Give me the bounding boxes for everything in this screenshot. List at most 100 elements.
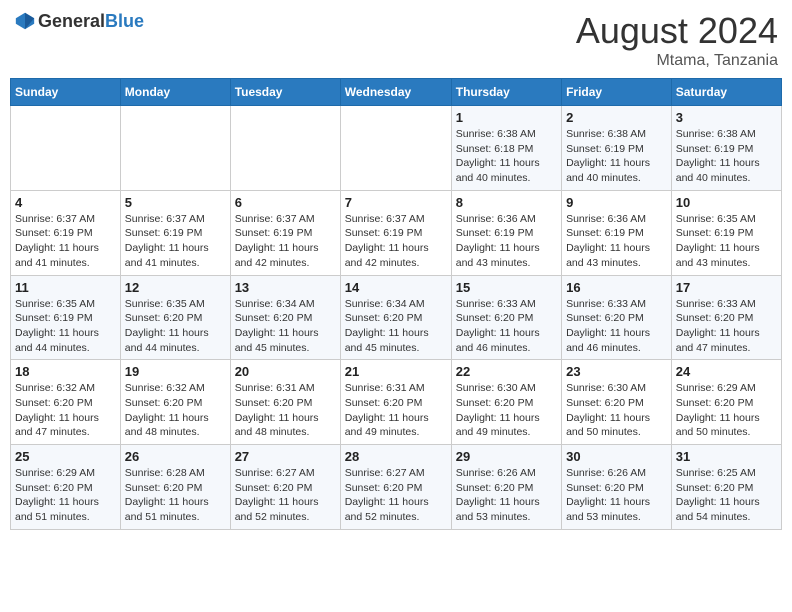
day-info: Sunrise: 6:32 AM Sunset: 6:20 PM Dayligh… bbox=[125, 381, 226, 440]
day-info: Sunrise: 6:35 AM Sunset: 6:19 PM Dayligh… bbox=[15, 297, 116, 356]
calendar-cell: 25 Sunrise: 6:29 AM Sunset: 6:20 PM Dayli… bbox=[11, 445, 121, 530]
day-info: Sunrise: 6:36 AM Sunset: 6:19 PM Dayligh… bbox=[566, 212, 667, 271]
day-number: 28 bbox=[345, 449, 447, 464]
calendar-table: SundayMondayTuesdayWednesdayThursdayFrid… bbox=[10, 78, 782, 530]
day-number: 31 bbox=[676, 449, 777, 464]
day-info: Sunrise: 6:37 AM Sunset: 6:19 PM Dayligh… bbox=[125, 212, 226, 271]
day-number: 20 bbox=[235, 364, 336, 379]
day-info: Sunrise: 6:27 AM Sunset: 6:20 PM Dayligh… bbox=[345, 466, 447, 525]
calendar-cell: 8 Sunrise: 6:36 AM Sunset: 6:19 PM Daylig… bbox=[451, 190, 561, 275]
day-number: 21 bbox=[345, 364, 447, 379]
calendar-body: 1 Sunrise: 6:38 AM Sunset: 6:18 PM Daylig… bbox=[11, 106, 782, 530]
calendar-cell: 1 Sunrise: 6:38 AM Sunset: 6:18 PM Daylig… bbox=[451, 106, 561, 191]
week-row-4: 25 Sunrise: 6:29 AM Sunset: 6:20 PM Dayli… bbox=[11, 445, 782, 530]
calendar-cell bbox=[11, 106, 121, 191]
calendar-cell: 5 Sunrise: 6:37 AM Sunset: 6:19 PM Daylig… bbox=[120, 190, 230, 275]
week-row-3: 18Sunrise: 6:32 AM Sunset: 6:20 PM Dayli… bbox=[11, 360, 782, 445]
day-info: Sunrise: 6:31 AM Sunset: 6:20 PM Dayligh… bbox=[235, 381, 336, 440]
weekday-friday: Friday bbox=[562, 79, 672, 106]
calendar-cell: 6 Sunrise: 6:37 AM Sunset: 6:19 PM Daylig… bbox=[230, 190, 340, 275]
day-info: Sunrise: 6:38 AM Sunset: 6:18 PM Dayligh… bbox=[456, 127, 557, 186]
day-info: Sunrise: 6:26 AM Sunset: 6:20 PM Dayligh… bbox=[456, 466, 557, 525]
calendar-cell: 2 Sunrise: 6:38 AM Sunset: 6:19 PM Daylig… bbox=[562, 106, 672, 191]
week-row-2: 11 Sunrise: 6:35 AM Sunset: 6:19 PM Dayli… bbox=[11, 275, 782, 360]
day-info: Sunrise: 6:33 AM Sunset: 6:20 PM Dayligh… bbox=[456, 297, 557, 356]
weekday-tuesday: Tuesday bbox=[230, 79, 340, 106]
day-info: Sunrise: 6:36 AM Sunset: 6:19 PM Dayligh… bbox=[456, 212, 557, 271]
calendar-cell: 23 Sunrise: 6:30 AM Sunset: 6:20 PM Dayli… bbox=[562, 360, 672, 445]
weekday-saturday: Saturday bbox=[671, 79, 781, 106]
day-info: Sunrise: 6:31 AM Sunset: 6:20 PM Dayligh… bbox=[345, 381, 447, 440]
day-number: 10 bbox=[676, 195, 777, 210]
day-number: 16 bbox=[566, 280, 667, 295]
calendar-cell bbox=[120, 106, 230, 191]
calendar-cell: 10 Sunrise: 6:35 AM Sunset: 6:19 PM Dayli… bbox=[671, 190, 781, 275]
location-title: Mtama, Tanzania bbox=[576, 52, 778, 70]
day-number: 5 bbox=[125, 195, 226, 210]
day-info: Sunrise: 6:38 AM Sunset: 6:19 PM Dayligh… bbox=[676, 127, 777, 186]
weekday-header-row: SundayMondayTuesdayWednesdayThursdayFrid… bbox=[11, 79, 782, 106]
calendar-cell: 30Sunrise: 6:26 AM Sunset: 6:20 PM Dayli… bbox=[562, 445, 672, 530]
logo: GeneralBlue bbox=[14, 10, 144, 32]
day-number: 11 bbox=[15, 280, 116, 295]
calendar-cell: 17 Sunrise: 6:33 AM Sunset: 6:20 PM Dayli… bbox=[671, 275, 781, 360]
day-info: Sunrise: 6:37 AM Sunset: 6:19 PM Dayligh… bbox=[235, 212, 336, 271]
day-number: 1 bbox=[456, 110, 557, 125]
day-info: Sunrise: 6:26 AM Sunset: 6:20 PM Dayligh… bbox=[566, 466, 667, 525]
calendar-cell: 14Sunrise: 6:34 AM Sunset: 6:20 PM Dayli… bbox=[340, 275, 451, 360]
calendar-cell: 4 Sunrise: 6:37 AM Sunset: 6:19 PM Daylig… bbox=[11, 190, 121, 275]
calendar-cell: 19 Sunrise: 6:32 AM Sunset: 6:20 PM Dayli… bbox=[120, 360, 230, 445]
day-number: 27 bbox=[235, 449, 336, 464]
day-info: Sunrise: 6:27 AM Sunset: 6:20 PM Dayligh… bbox=[235, 466, 336, 525]
page-header: GeneralBlue August 2024 Mtama, Tanzania bbox=[10, 10, 782, 70]
day-info: Sunrise: 6:35 AM Sunset: 6:20 PM Dayligh… bbox=[125, 297, 226, 356]
day-number: 9 bbox=[566, 195, 667, 210]
weekday-sunday: Sunday bbox=[11, 79, 121, 106]
day-info: Sunrise: 6:28 AM Sunset: 6:20 PM Dayligh… bbox=[125, 466, 226, 525]
day-info: Sunrise: 6:25 AM Sunset: 6:20 PM Dayligh… bbox=[676, 466, 777, 525]
weekday-monday: Monday bbox=[120, 79, 230, 106]
calendar-cell: 28 Sunrise: 6:27 AM Sunset: 6:20 PM Dayli… bbox=[340, 445, 451, 530]
day-number: 29 bbox=[456, 449, 557, 464]
day-info: Sunrise: 6:30 AM Sunset: 6:20 PM Dayligh… bbox=[566, 381, 667, 440]
day-number: 19 bbox=[125, 364, 226, 379]
day-info: Sunrise: 6:38 AM Sunset: 6:19 PM Dayligh… bbox=[566, 127, 667, 186]
day-number: 17 bbox=[676, 280, 777, 295]
day-number: 7 bbox=[345, 195, 447, 210]
day-number: 2 bbox=[566, 110, 667, 125]
month-title: August 2024 bbox=[576, 10, 778, 52]
week-row-1: 4 Sunrise: 6:37 AM Sunset: 6:19 PM Daylig… bbox=[11, 190, 782, 275]
day-number: 8 bbox=[456, 195, 557, 210]
day-number: 6 bbox=[235, 195, 336, 210]
calendar-cell: 20 Sunrise: 6:31 AM Sunset: 6:20 PM Dayli… bbox=[230, 360, 340, 445]
day-info: Sunrise: 6:37 AM Sunset: 6:19 PM Dayligh… bbox=[15, 212, 116, 271]
day-info: Sunrise: 6:37 AM Sunset: 6:19 PM Dayligh… bbox=[345, 212, 447, 271]
day-info: Sunrise: 6:33 AM Sunset: 6:20 PM Dayligh… bbox=[676, 297, 777, 356]
day-info: Sunrise: 6:34 AM Sunset: 6:20 PM Dayligh… bbox=[235, 297, 336, 356]
day-number: 4 bbox=[15, 195, 116, 210]
calendar-cell: 18Sunrise: 6:32 AM Sunset: 6:20 PM Dayli… bbox=[11, 360, 121, 445]
calendar-cell: 27 Sunrise: 6:27 AM Sunset: 6:20 PM Dayli… bbox=[230, 445, 340, 530]
day-info: Sunrise: 6:35 AM Sunset: 6:19 PM Dayligh… bbox=[676, 212, 777, 271]
day-info: Sunrise: 6:32 AM Sunset: 6:20 PM Dayligh… bbox=[15, 381, 116, 440]
day-number: 14 bbox=[345, 280, 447, 295]
day-number: 25 bbox=[15, 449, 116, 464]
day-number: 3 bbox=[676, 110, 777, 125]
calendar-cell: 15 Sunrise: 6:33 AM Sunset: 6:20 PM Dayli… bbox=[451, 275, 561, 360]
logo-blue: Blue bbox=[105, 11, 144, 31]
day-info: Sunrise: 6:29 AM Sunset: 6:20 PM Dayligh… bbox=[15, 466, 116, 525]
calendar-cell: 12 Sunrise: 6:35 AM Sunset: 6:20 PM Dayli… bbox=[120, 275, 230, 360]
calendar-cell: 22Sunrise: 6:30 AM Sunset: 6:20 PM Dayli… bbox=[451, 360, 561, 445]
title-block: August 2024 Mtama, Tanzania bbox=[576, 10, 778, 70]
calendar-cell: 24Sunrise: 6:29 AM Sunset: 6:20 PM Dayli… bbox=[671, 360, 781, 445]
calendar-cell: 31 Sunrise: 6:25 AM Sunset: 6:20 PM Dayli… bbox=[671, 445, 781, 530]
day-info: Sunrise: 6:29 AM Sunset: 6:20 PM Dayligh… bbox=[676, 381, 777, 440]
day-info: Sunrise: 6:30 AM Sunset: 6:20 PM Dayligh… bbox=[456, 381, 557, 440]
calendar-cell bbox=[340, 106, 451, 191]
calendar-cell: 7 Sunrise: 6:37 AM Sunset: 6:19 PM Daylig… bbox=[340, 190, 451, 275]
weekday-thursday: Thursday bbox=[451, 79, 561, 106]
day-number: 15 bbox=[456, 280, 557, 295]
day-number: 23 bbox=[566, 364, 667, 379]
day-number: 12 bbox=[125, 280, 226, 295]
day-number: 26 bbox=[125, 449, 226, 464]
